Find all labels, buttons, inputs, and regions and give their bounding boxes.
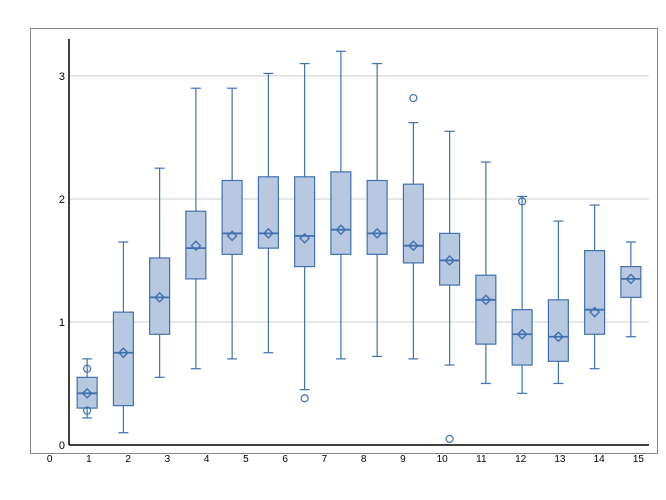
x-tick-label: 10	[423, 454, 462, 470]
svg-text:0: 0	[59, 440, 65, 452]
x-tick-label: 4	[187, 454, 226, 470]
x-tick-label: 3	[148, 454, 187, 470]
x-tick-label: 1	[69, 454, 108, 470]
chart-area: 0123 0123456789101112131415	[8, 22, 658, 490]
x-tick-labels: 0123456789101112131415	[30, 454, 658, 470]
x-tick-label: 9	[383, 454, 422, 470]
y-axis-label	[8, 32, 30, 490]
x-tick-label: 0	[30, 454, 69, 470]
svg-text:2: 2	[59, 194, 65, 206]
x-tick-label: 6	[266, 454, 305, 470]
x-tick-label: 13	[540, 454, 579, 470]
x-tick-label: 8	[344, 454, 383, 470]
plot-svg: 0 1 2 3	[31, 29, 657, 453]
x-tick-label: 12	[501, 454, 540, 470]
x-axis-label	[30, 472, 658, 490]
x-tick-label: 7	[305, 454, 344, 470]
svg-text:3: 3	[59, 71, 65, 83]
plot-region: 0 1 2 3	[30, 28, 658, 454]
svg-text:1: 1	[59, 317, 65, 329]
plot-and-xaxis: 0123 0123456789101112131415	[30, 22, 658, 490]
x-tick-label: 2	[109, 454, 148, 470]
x-tick-label: 5	[226, 454, 265, 470]
x-tick-label: 11	[462, 454, 501, 470]
chart-container: 0123 0123456789101112131415	[8, 10, 658, 490]
x-tick-label: 14	[580, 454, 619, 470]
x-tick-label: 15	[619, 454, 658, 470]
